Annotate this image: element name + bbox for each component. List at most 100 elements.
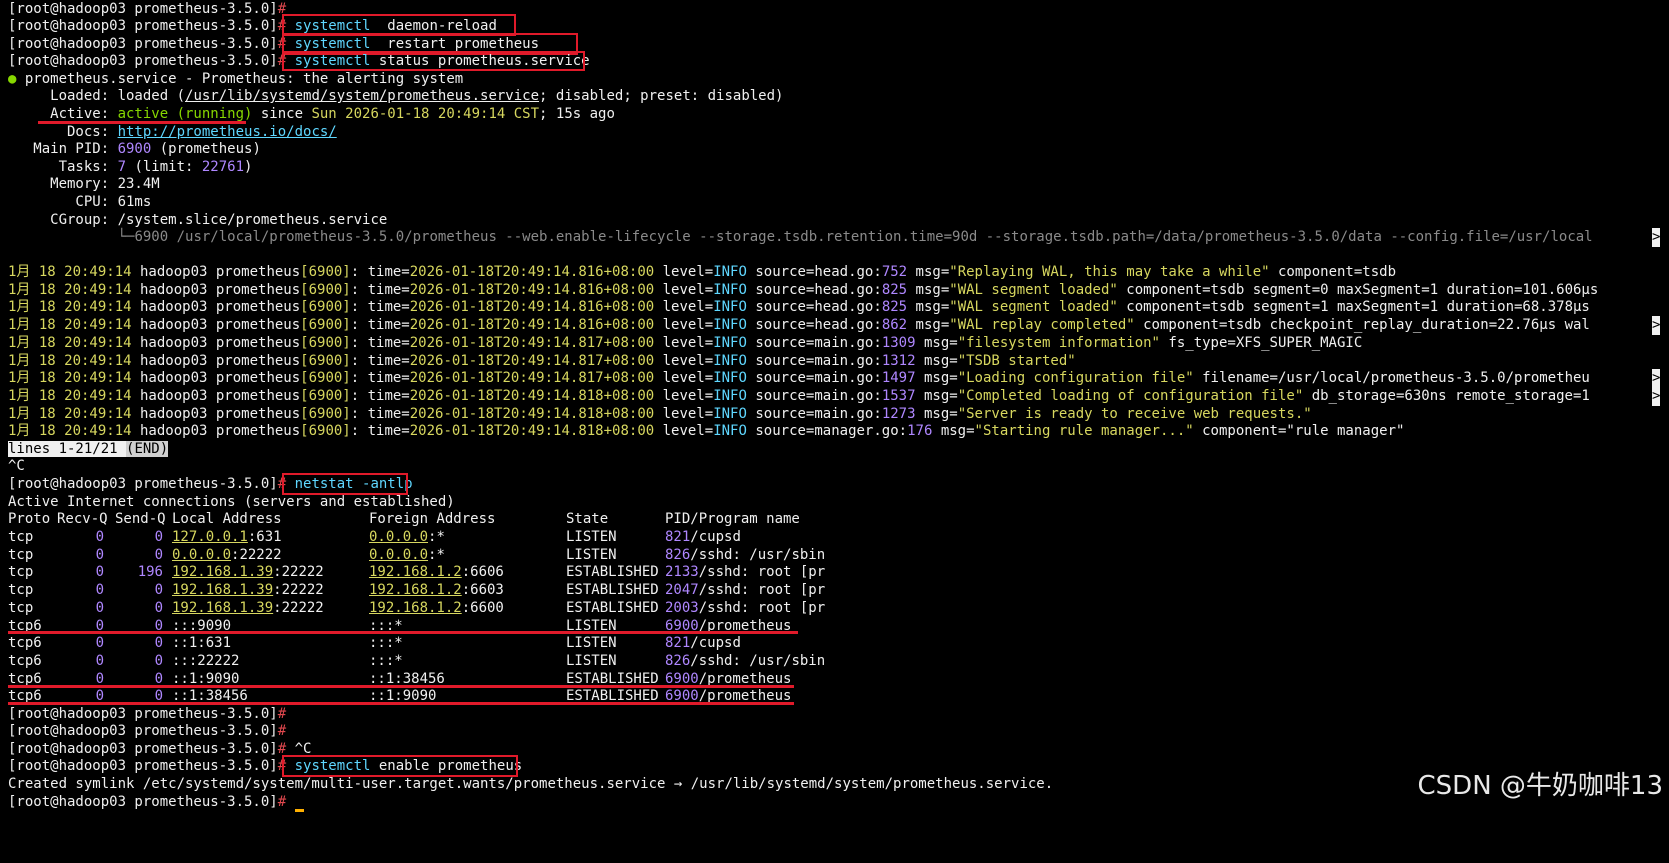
column-header: Recv-Q <box>57 511 108 527</box>
column-header: Foreign Address <box>369 511 496 527</box>
more-marker: > <box>1652 228 1661 247</box>
active-ago: ; 15s ago <box>539 106 615 122</box>
log-message: "TSDB started" <box>957 353 1076 369</box>
log-extra: component="rule manager" <box>1193 423 1405 439</box>
docs-label: Docs: <box>8 124 118 140</box>
log-time: 2026-01-18T20:49:14.816+08:00 <box>409 317 655 333</box>
pid-program-cell: 2003/sshd: root [pr <box>665 599 825 618</box>
terminal-window[interactable]: [root@hadoop03 prometheus-3.5.0]# [root@… <box>0 0 1669 863</box>
prompt-hash: # <box>277 723 287 739</box>
log-level-label: level= <box>654 264 714 280</box>
log-date: 1月 18 20:49:14 <box>8 264 132 280</box>
log-level-label: level= <box>654 388 714 404</box>
foreign-ip: 0.0.0.0 <box>369 529 429 545</box>
log-message: "Completed loading of configuration file… <box>957 388 1304 404</box>
log-message: "Loading configuration file" <box>957 370 1194 386</box>
log-time: 2026-01-18T20:49:14.817+08:00 <box>409 353 655 369</box>
log-source-line: 1537 <box>881 388 916 404</box>
column-header: Send-Q <box>115 511 166 527</box>
log-time: 2026-01-18T20:49:14.816+08:00 <box>409 264 655 280</box>
local-address-cell: ::1:631 <box>172 634 231 653</box>
local-port: :22222 <box>273 564 324 580</box>
log-source: main.go <box>814 406 874 422</box>
log-time: 2026-01-18T20:49:14.818+08:00 <box>409 388 655 404</box>
program-name: /sshd: root [pr <box>698 564 826 580</box>
log-source-label: source= <box>746 317 815 333</box>
pid-name: (prometheus) <box>151 141 261 157</box>
local-port: :::22222 <box>172 653 240 669</box>
log-source-line: 1273 <box>881 406 916 422</box>
tasks-limit: 22761 <box>201 159 245 175</box>
log-pid: [6900] <box>300 388 351 404</box>
log-time-label: : time= <box>350 264 410 280</box>
pid-program-cell: 2047/sshd: root [pr <box>665 581 825 600</box>
log-line: 1月 18 20:49:14 hadoop03 prometheus[6900]… <box>8 263 1396 282</box>
status-pid-line: Main PID: 6900 (prometheus) <box>8 140 261 159</box>
log-extra: fs_type=XFS_SUPER_MAGIC <box>1159 335 1363 351</box>
tasks-number: 7 <box>117 159 127 175</box>
local-port: :22222 <box>273 582 324 598</box>
ctrl-c-line: ^C <box>8 457 25 476</box>
log-source: main.go <box>814 370 874 386</box>
log-level: INFO <box>713 388 747 404</box>
local-ip: 127.0.0.1 <box>172 529 248 545</box>
foreign-address-cell: 192.168.1.2:6600 <box>369 599 504 618</box>
log-source: head.go <box>814 264 874 280</box>
log-date: 1月 18 20:49:14 <box>8 423 132 439</box>
log-host: hadoop03 prometheus <box>131 335 301 351</box>
log-time-label: : time= <box>350 370 410 386</box>
log-source: head.go <box>814 299 874 315</box>
column-header: Local Address <box>172 511 282 527</box>
log-source: main.go <box>814 388 874 404</box>
log-date: 1月 18 20:49:14 <box>8 353 132 369</box>
log-line: 1月 18 20:49:14 hadoop03 prometheus[6900]… <box>8 298 1590 317</box>
foreign-ip: 192.168.1.2 <box>369 600 462 616</box>
log-colon: : <box>898 423 908 439</box>
foreign-port: :* <box>428 547 445 563</box>
terminal-input-line[interactable]: [root@hadoop03 prometheus-3.5.0]# <box>8 793 304 812</box>
log-level: INFO <box>713 335 747 351</box>
foreign-port: :* <box>428 529 445 545</box>
memory-label: Memory: <box>8 176 118 192</box>
memory-value: 23.4M <box>117 176 160 192</box>
pid-number: 826 <box>665 547 691 563</box>
log-level-label: level= <box>654 423 714 439</box>
shell-prompt: [root@hadoop03 prometheus-3.5.0] <box>8 36 278 52</box>
log-source-line: 825 <box>881 299 908 315</box>
log-source-label: source= <box>746 299 815 315</box>
log-source: main.go <box>814 353 874 369</box>
state-cell: LISTEN <box>566 529 617 545</box>
log-pid: [6900] <box>300 370 351 386</box>
log-line: 1月 18 20:49:14 hadoop03 prometheus[6900]… <box>8 334 1362 353</box>
log-host: hadoop03 prometheus <box>131 353 301 369</box>
shell-prompt: [root@hadoop03 prometheus-3.5.0] <box>8 794 278 810</box>
send-q-cell: 0 <box>154 529 163 545</box>
cpu-label: CPU: <box>8 194 118 210</box>
log-line: 1月 18 20:49:14 hadoop03 prometheus[6900]… <box>8 387 1590 406</box>
log-level: INFO <box>713 423 747 439</box>
foreign-port: :6606 <box>461 564 504 580</box>
pid-number: 2047 <box>665 582 699 598</box>
log-source-line: 752 <box>881 264 908 280</box>
column-header: PID/Program name <box>665 511 800 527</box>
log-extra: component=tsdb checkpoint_replay_duratio… <box>1134 317 1590 333</box>
status-cgroup-cmd-line: └─6900 /usr/local/prometheus-3.5.0/prome… <box>8 228 1593 247</box>
log-time: 2026-01-18T20:49:14.817+08:00 <box>409 335 655 351</box>
state-cell: ESTABLISHED <box>566 564 659 580</box>
docs-link[interactable]: http://prometheus.io/docs/ <box>118 124 337 140</box>
local-address-cell: :::22222 <box>172 652 239 671</box>
log-source: main.go <box>814 335 874 351</box>
log-message: "Starting rule manager..." <box>974 423 1194 439</box>
log-line: 1月 18 20:49:14 hadoop03 prometheus[6900]… <box>8 369 1590 388</box>
foreign-port: :6603 <box>461 582 504 598</box>
prompt-hash: # <box>277 706 287 722</box>
more-marker: > <box>1652 316 1661 335</box>
pid-number: 2133 <box>665 564 699 580</box>
log-date: 1月 18 20:49:14 <box>8 335 132 351</box>
send-q-cell: 196 <box>137 564 163 580</box>
shell-prompt: [root@hadoop03 prometheus-3.5.0] <box>8 741 278 757</box>
pid-program-cell: 2133/sshd: root [pr <box>665 563 825 582</box>
tasks-limit-label: (limit: <box>126 159 202 175</box>
log-source-line: 862 <box>881 317 908 333</box>
log-msg-label: msg= <box>907 264 950 280</box>
